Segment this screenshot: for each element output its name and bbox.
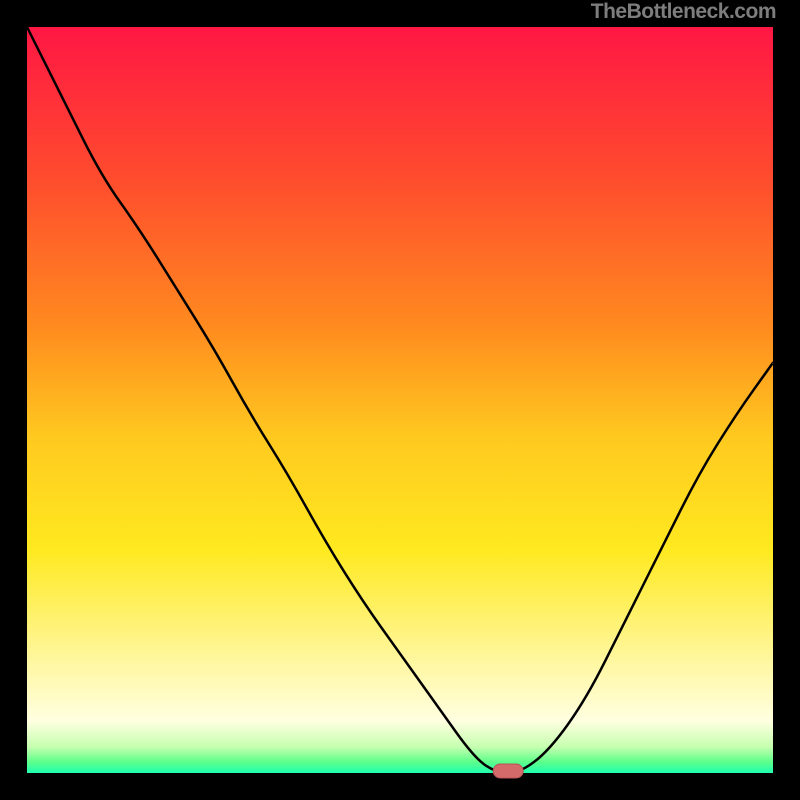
attribution-text: TheBottleneck.com xyxy=(591,0,776,24)
minimum-marker xyxy=(493,764,523,778)
plot-background xyxy=(27,27,773,773)
bottleneck-chart xyxy=(0,0,800,800)
